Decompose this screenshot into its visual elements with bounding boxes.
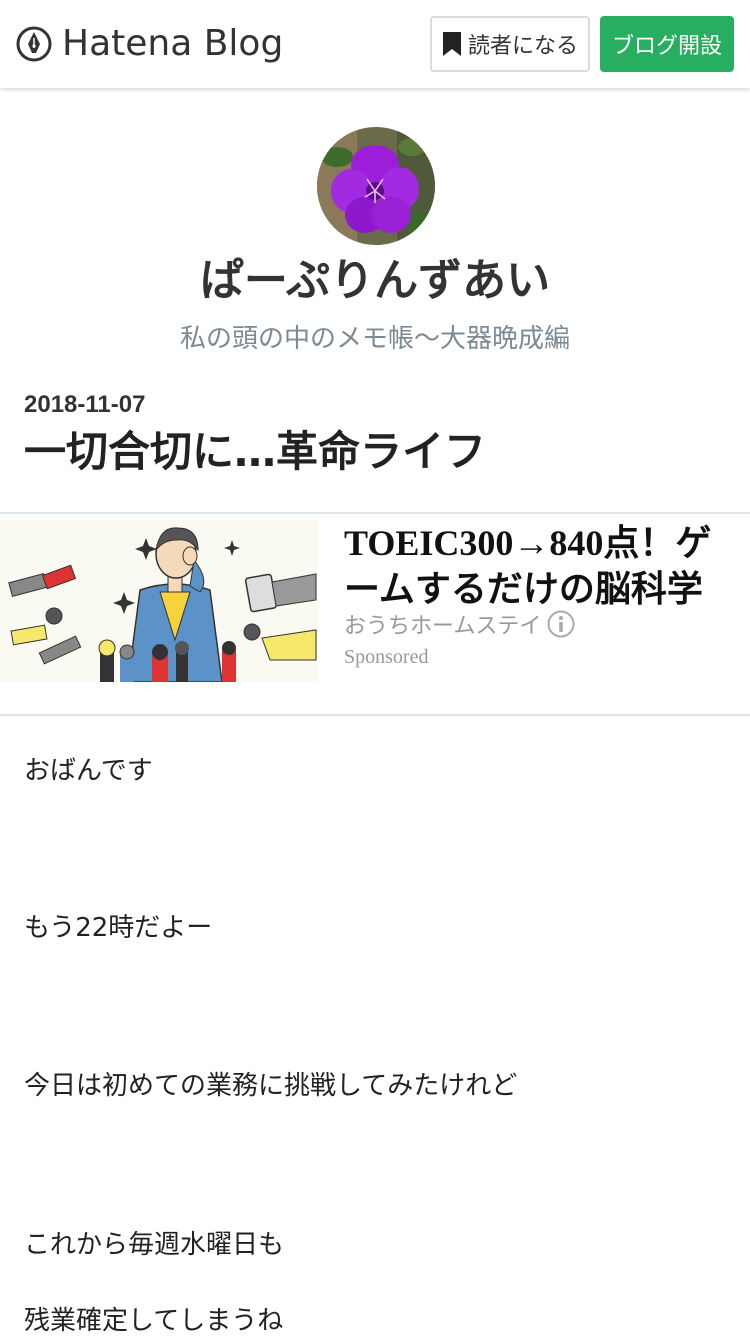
entry-title[interactable]: 一切合切に…革命ライフ bbox=[24, 424, 486, 480]
body-paragraph: これから毎週水曜日も bbox=[24, 1230, 285, 1260]
ad-source: おうちホームステイ bbox=[344, 608, 575, 640]
open-blog-button[interactable]: ブログ開設 bbox=[600, 16, 734, 72]
blog-description: 私の頭の中のメモ帳～大器晩成編 bbox=[179, 324, 570, 354]
body-paragraph: おばんです bbox=[24, 756, 153, 786]
body-paragraph: 今日は初めての業務に挑戦してみたけれど bbox=[24, 1071, 518, 1101]
ad-title[interactable]: TOEIC300→840点！ゲームするだけの脳科学 bbox=[344, 520, 744, 612]
follow-button[interactable]: 読者になる bbox=[430, 16, 590, 72]
ad-illustration[interactable] bbox=[0, 520, 318, 682]
sponsored-ad[interactable]: TOEIC300→840点！ゲームするだけの脳科学 おうちホームステイ Spon… bbox=[0, 512, 750, 716]
top-header: Hatena Blog 読者になる ブログ開設 bbox=[0, 0, 750, 88]
blog-avatar[interactable] bbox=[317, 127, 435, 245]
ad-sponsored-label: Sponsored bbox=[344, 646, 429, 668]
entry-date[interactable]: 2018-11-07 bbox=[24, 390, 145, 420]
bookmark-icon bbox=[442, 32, 461, 56]
info-icon[interactable] bbox=[547, 610, 575, 638]
pen-nib-icon bbox=[16, 26, 52, 62]
follow-button-label: 読者になる bbox=[467, 34, 578, 59]
flower-avatar-image bbox=[317, 127, 435, 245]
logo-text: Hatena Blog bbox=[62, 23, 284, 64]
open-blog-button-label: ブログ開設 bbox=[611, 34, 722, 59]
ad-source-label: おうちホームステイ bbox=[344, 614, 542, 639]
body-paragraph: もう22時だよー bbox=[24, 913, 213, 943]
blog-title[interactable]: ぱーぷりんずあい bbox=[0, 252, 750, 310]
hatena-blog-logo[interactable]: Hatena Blog bbox=[16, 22, 283, 66]
